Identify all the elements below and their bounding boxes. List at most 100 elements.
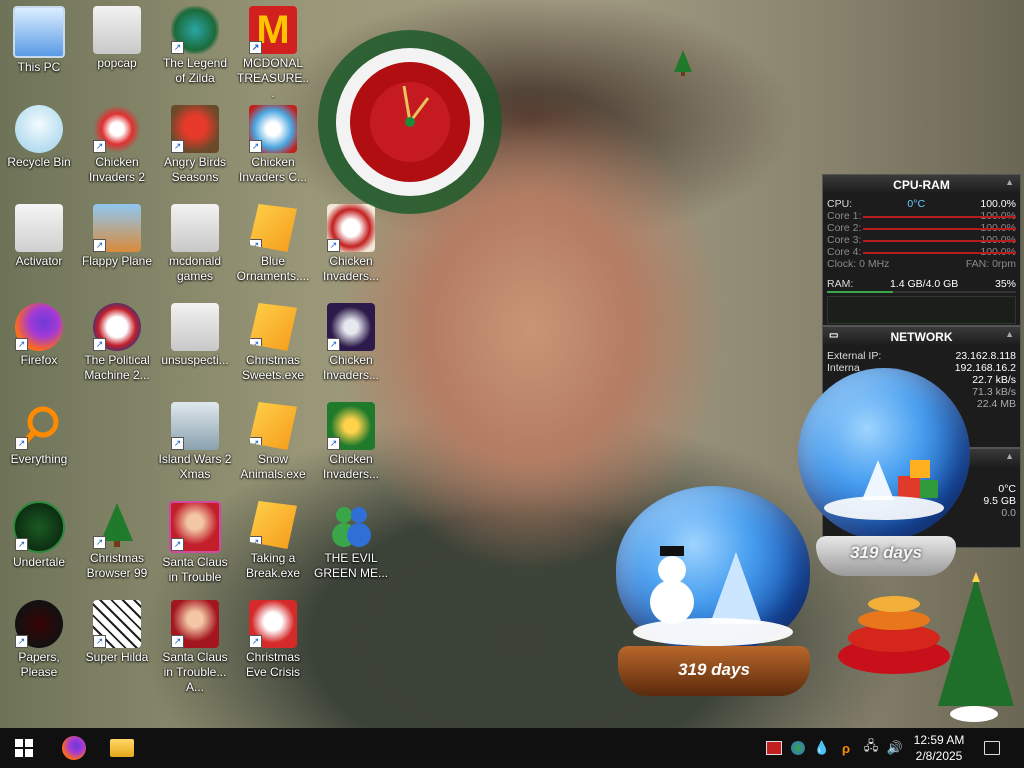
folder-icon [171, 204, 219, 252]
political-machine-icon: ↗ [93, 303, 141, 351]
clock-date: 2/8/2025 [915, 749, 963, 763]
start-button[interactable] [0, 728, 48, 768]
christmas-clock-gadget[interactable] [300, 10, 520, 220]
desktop-icon-popcap[interactable]: popcap [78, 2, 156, 71]
desktop: This PC Recycle Bin Activator ↗ Firefox … [0, 0, 1024, 728]
network-icon: 🖧 [863, 738, 879, 753]
search-icon: ρ [841, 740, 851, 756]
collapse-icon[interactable]: ▲ [1005, 451, 1014, 461]
windows-logo-icon [15, 739, 33, 757]
chicken-icon: ↗ [327, 303, 375, 351]
monitor-icon: ▭ [829, 330, 839, 341]
angry-birds-icon: ↗ [171, 105, 219, 153]
desktop-icon-legend-of-zilda[interactable]: ↗ The Legend of Zilda [156, 2, 234, 86]
desktop-icon-mcdonald-games[interactable]: mcdonald games [156, 200, 234, 284]
cpu-ram-gadget[interactable]: CPU-RAM▲ CPU:0°C100.0% Core 1:100.0% Cor… [822, 174, 1021, 326]
taskbar-file-explorer[interactable] [98, 728, 146, 768]
ram-graph [827, 296, 1016, 324]
folder-icon [110, 739, 134, 757]
download-speed: 22.7 kB/s [972, 374, 1016, 386]
desktop-icon-undertale[interactable]: ↗ Undertale [0, 497, 78, 570]
core-label: Core 1: [827, 210, 862, 222]
desktop-icon-political-machine[interactable]: ↗ The Political Machine 2... [78, 299, 156, 383]
desktop-icon-christmas-browser[interactable]: ↗ Christmas Browser 99 [78, 497, 156, 581]
upload-speed: 71.3 kB/s [972, 386, 1016, 398]
santa-icon: ↗ [171, 600, 219, 648]
messenger-icon [327, 501, 375, 549]
snow-globe-small[interactable]: 319 days [796, 368, 976, 588]
christmas-tree-gadget[interactable] [834, 566, 1024, 726]
christmas-tree-icon: ↗ [93, 501, 141, 549]
drive-value: 9.5 GB [983, 495, 1016, 507]
cpu-label: CPU: [827, 198, 853, 210]
fan-speed: FAN: 0rpm [965, 258, 1016, 270]
snow-globe-glass [616, 486, 810, 652]
desktop-icon-unsuspecti[interactable]: unsuspecti... [156, 299, 234, 368]
drive-value-2: 0.0 [1001, 507, 1016, 519]
snowman-icon [633, 546, 793, 646]
folder-icon [15, 204, 63, 252]
this-pc-icon [13, 6, 65, 58]
desktop-icon-firefox[interactable]: ↗ Firefox [0, 299, 78, 368]
collapse-icon[interactable]: ▲ [1005, 177, 1014, 187]
undertale-icon: ↗ [13, 501, 65, 553]
snow-globe-large[interactable]: 319 days [612, 486, 816, 708]
snow-globe-glass [798, 368, 970, 540]
tray-drop-icon[interactable]: 💧 [812, 728, 832, 768]
desktop-icon-evil-green-me[interactable]: THE EVIL GREEN ME... [312, 497, 390, 581]
desktop-icon-santa-claus-in-trouble-a[interactable]: ↗ Santa Claus in Trouble... A... [156, 596, 234, 695]
desktop-icon-christmas-eve-crisis[interactable]: ↗ Christmas Eve Crisis [234, 596, 312, 680]
taskbar-clock[interactable]: 12:59 AM 2/8/2025 [908, 732, 970, 764]
folder-icon [171, 303, 219, 351]
desktop-icon-chicken-invaders-d[interactable]: ↗ Chicken Invaders... [312, 398, 390, 482]
mcdonalds-icon: M ↗ [249, 6, 297, 54]
desktop-icon-papers-please[interactable]: ↗ Papers, Please [0, 596, 78, 680]
desktop-icon-santa-claus-in-trouble[interactable]: ↗ Santa Claus in Trouble [156, 497, 234, 585]
desktop-icon-island-wars[interactable]: ↗ Island Wars 2 Xmas [156, 398, 234, 482]
notification-icon [984, 741, 1000, 755]
tray-app-icon[interactable] [788, 728, 808, 768]
desktop-icon-everything[interactable]: ↗ Everything [0, 398, 78, 467]
desktop-icon-activator[interactable]: Activator [0, 200, 78, 269]
notifications-button[interactable] [978, 728, 1006, 768]
desktop-icon-taking-a-break[interactable]: ↗ Taking a Break.exe [234, 497, 312, 581]
tray-network-icon[interactable]: 🖧 [860, 728, 882, 768]
santa-icon: ↗ [169, 501, 221, 553]
chicken-icon: ↗ [327, 402, 375, 450]
papers-please-icon: ↗ [15, 600, 63, 648]
cpu-value: 100.0% [980, 198, 1016, 210]
clock-time: 12:59 AM [913, 733, 965, 747]
collapse-icon[interactable]: ▲ [1005, 329, 1014, 339]
desktop-icon-christmas-sweets[interactable]: ↗ Christmas Sweets.exe [234, 299, 312, 383]
exe-icon: ↗ [249, 501, 297, 549]
tray-volume-icon[interactable]: 🔊 [884, 728, 906, 768]
desktop-icon-snow-animals[interactable]: ↗ Snow Animals.exe [234, 398, 312, 482]
exe-icon: ↗ [249, 303, 297, 351]
desktop-icon-this-pc[interactable]: This PC [0, 2, 78, 75]
desktop-icon-flappy-plane[interactable]: ↗ Flappy Plane [78, 200, 156, 269]
desktop-icon-super-hilda[interactable]: ↗ Super Hilda [78, 596, 156, 665]
external-ip: 23.162.8.118 [955, 350, 1016, 362]
core-bar [863, 252, 1016, 254]
desktop-icon-recycle-bin[interactable]: Recycle Bin [0, 101, 78, 170]
game-icon: ↗ [171, 402, 219, 450]
christmas-tree-icon [838, 572, 1014, 722]
cpu-ram-title: CPU-RAM ▲ [823, 175, 1020, 195]
desktop-icon-chicken-invaders-b[interactable]: ↗ Chicken Invaders... [312, 299, 390, 383]
taskbar-firefox[interactable] [50, 728, 98, 768]
snow-globe-large-base: 319 days [618, 646, 810, 696]
chicken-icon: ↗ [93, 105, 141, 153]
desktop-icon-chicken-invaders-2[interactable]: ↗ Chicken Invaders 2 [78, 101, 156, 185]
santa-icon: ↗ [249, 600, 297, 648]
chicken-icon: ↗ [249, 105, 297, 153]
presents-icon [824, 460, 944, 520]
desktop-icon-angry-birds[interactable]: ↗ Angry Birds Seasons [156, 101, 234, 185]
tray-security-icon[interactable] [764, 728, 784, 768]
ram-percent: 35% [994, 278, 1016, 290]
water-drop-icon: 💧 [813, 740, 831, 755]
ram-bar [827, 291, 1016, 293]
drive-temp: 0°C [998, 483, 1016, 495]
game-icon: ↗ [171, 6, 219, 54]
tray-search-icon[interactable]: ρ [836, 728, 856, 768]
folder-icon [93, 6, 141, 54]
